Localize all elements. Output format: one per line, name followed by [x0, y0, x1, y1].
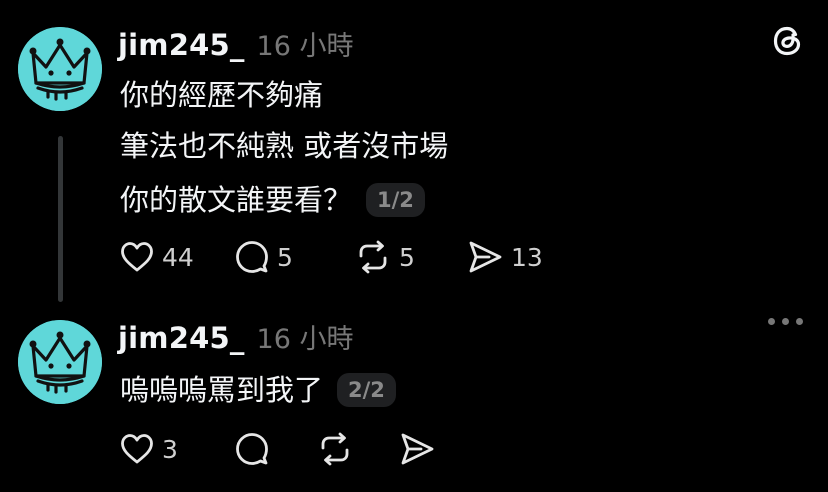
- heart-icon: [121, 242, 153, 272]
- post-time: 16 小時: [256, 324, 354, 355]
- page-indicator-badge: 1/2: [366, 183, 425, 217]
- like-button[interactable]: 3: [120, 433, 235, 465]
- send-icon: [469, 241, 502, 273]
- post-actions: 44 5 5 13: [120, 240, 543, 274]
- username[interactable]: jim245_: [118, 321, 245, 355]
- more-horizontal-icon[interactable]: [768, 318, 803, 325]
- like-count: 44: [162, 242, 194, 272]
- repost-icon: [359, 240, 387, 274]
- crown-avatar-image: [18, 27, 102, 111]
- post-text-line-1-text: 嗚嗚嗚罵到我了: [120, 373, 324, 407]
- post-actions: 3: [120, 432, 435, 466]
- share-button[interactable]: [399, 432, 435, 466]
- username[interactable]: jim245_: [118, 28, 245, 62]
- page-indicator-badge: 2/2: [337, 373, 396, 407]
- like-count: 3: [162, 434, 178, 464]
- post-text-line-1: 嗚嗚嗚罵到我了 2/2: [120, 372, 396, 409]
- heart-icon: [121, 434, 153, 464]
- thread-connector-line: [58, 136, 63, 302]
- post-header: jim245_ 16 小時: [118, 24, 354, 63]
- reply-button[interactable]: [235, 432, 317, 466]
- repost-icon: [321, 432, 349, 466]
- post-time: 16 小時: [256, 31, 354, 62]
- comment-bubble-icon: [236, 241, 268, 273]
- reply-count: 5: [277, 242, 293, 272]
- reply-button[interactable]: 5: [235, 240, 355, 274]
- repost-button[interactable]: [317, 432, 399, 466]
- share-count: 13: [511, 242, 543, 272]
- avatar[interactable]: [18, 320, 102, 404]
- comment-bubble-icon: [236, 433, 268, 465]
- post-text-line-3-text: 你的散文誰要看？: [120, 183, 353, 217]
- like-button[interactable]: 44: [120, 241, 235, 273]
- repost-button[interactable]: 5: [355, 240, 467, 274]
- repost-count: 5: [399, 242, 415, 272]
- avatar[interactable]: [18, 27, 102, 111]
- send-icon: [401, 433, 434, 465]
- threads-logo-icon[interactable]: [768, 22, 806, 60]
- post-text-line-3: 你的散文誰要看？ 1/2: [120, 182, 425, 219]
- crown-avatar-image: [18, 320, 102, 404]
- post-text-line-1: 你的經歷不夠痛: [120, 78, 324, 112]
- post-header: jim245_ 16 小時: [118, 317, 354, 356]
- share-button[interactable]: 13: [467, 240, 543, 274]
- post-text-line-2: 筆法也不純熟 或者沒市場: [120, 129, 449, 163]
